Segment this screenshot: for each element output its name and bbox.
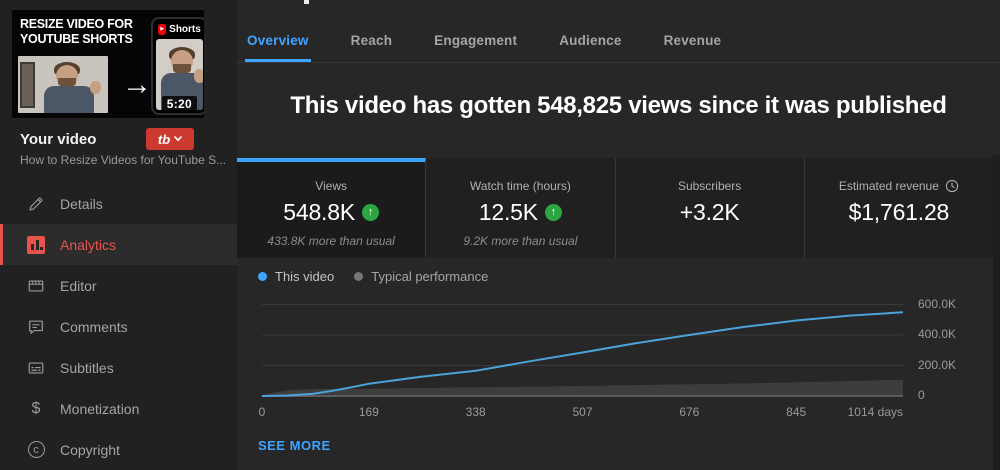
up-arrow-icon: ↑ — [361, 204, 379, 221]
metric-label: Watch time (hours) — [469, 179, 571, 193]
x-axis-tick-label: 676 — [679, 405, 700, 419]
tubebuddy-logo: tb — [157, 131, 171, 147]
thumbnail-webcam-photo — [18, 56, 108, 113]
metric-label: Views — [315, 179, 348, 193]
analytics-main-panel: Overview Reach Engagement Audience Reven… — [237, 0, 1000, 470]
x-axis-tick-label: 338 — [465, 405, 486, 419]
video-duration-badge: 5:20 — [161, 96, 197, 113]
see-more-link[interactable]: SEE MORE — [258, 438, 331, 453]
x-axis-tick-label: 507 — [572, 405, 593, 419]
sidebar-item-label: Analytics — [60, 236, 117, 253]
tab-engagement[interactable]: Engagement — [432, 33, 519, 62]
metric-delta: 433.8K more than usual — [267, 234, 395, 248]
sidebar-item-analytics[interactable]: Analytics — [0, 224, 237, 265]
tubebuddy-extension-button[interactable]: tb — [146, 128, 194, 150]
metric-value: $1,761.28 — [848, 199, 950, 225]
copyright-icon: c — [26, 440, 46, 460]
metric-label: Estimated revenue — [805, 179, 993, 193]
metric-card-estimated-revenue[interactable]: Estimated revenue $1,761.28 — [804, 158, 993, 258]
tab-overview[interactable]: Overview — [245, 33, 311, 62]
views-chart-svg[interactable] — [262, 299, 903, 403]
analytics-tab-bar: Overview Reach Engagement Audience Reven… — [237, 0, 1000, 63]
video-thumbnail[interactable]: RESIZE VIDEO FOR YOUTUBE SHORTS → ▶ Shor… — [12, 10, 204, 118]
metric-label: Subscribers — [677, 179, 742, 193]
subtitles-icon — [26, 358, 46, 378]
your-video-heading: Your video — [20, 131, 97, 148]
metric-value: 12.5K — [478, 199, 538, 225]
sidebar-item-label: Comments — [60, 318, 128, 335]
legend-item-typical-performance[interactable]: Typical performance — [354, 269, 488, 284]
sidebar-item-label: Monetization — [60, 400, 140, 417]
x-axis-tick-label: 0 — [258, 405, 266, 419]
clock-icon — [945, 179, 959, 193]
sidebar-item-label: Copyright — [60, 441, 120, 458]
chart-legend: This video Typical performance — [258, 269, 488, 284]
sidebar-item-label: Subtitles — [60, 359, 114, 376]
pencil-icon — [26, 194, 46, 214]
up-arrow-icon: ↑ — [544, 204, 562, 221]
sidebar-item-label: Editor — [60, 277, 97, 294]
sidebar-item-details[interactable]: Details — [0, 183, 237, 224]
legend-dot-gray — [354, 272, 364, 281]
views-headline: This video has gotten 548,825 views sinc… — [290, 92, 947, 119]
shorts-logo-icon: ▶ — [158, 23, 167, 35]
metric-value: 548.8K — [283, 199, 355, 225]
metric-card-watch-time[interactable]: Watch time (hours) 12.5K ↑ 9.2K more tha… — [426, 158, 616, 258]
legend-label: This video — [275, 269, 335, 284]
dollar-icon: $ — [31, 399, 41, 417]
sidebar-item-copyright[interactable]: c Copyright — [0, 429, 237, 470]
mirror-decor — [20, 62, 35, 108]
legend-item-this-video[interactable]: This video — [258, 269, 334, 284]
sidebar-item-monetization[interactable]: $ Monetization — [0, 388, 237, 429]
legend-dot-blue — [258, 272, 267, 281]
metric-card-subscribers[interactable]: Subscribers +3.2K — [615, 158, 805, 258]
sidebar-item-label: Details — [60, 195, 103, 212]
y-axis-tick-label: 400.0K — [918, 327, 957, 341]
x-axis-tick-label: 1014 days — [847, 405, 903, 419]
bar-chart-icon — [26, 235, 46, 255]
sidebar-item-subtitles[interactable]: Subtitles — [0, 347, 237, 388]
metric-card-views[interactable]: Views 548.8K ↑ 433.8K more than usual — [237, 158, 427, 258]
sidebar: RESIZE VIDEO FOR YOUTUBE SHORTS → ▶ Shor… — [0, 0, 237, 470]
tab-reach[interactable]: Reach — [349, 33, 395, 62]
tab-audience[interactable]: Audience — [557, 33, 623, 62]
metric-delta: 9.2K more than usual — [463, 234, 578, 248]
y-axis-tick-label: 200.0K — [918, 357, 957, 372]
arrow-icon: → — [122, 68, 152, 101]
y-axis-tick-label: 600.0K — [918, 296, 957, 311]
metric-cards-row: Views 548.8K ↑ 433.8K more than usual Wa… — [237, 158, 993, 258]
x-axis-tick-label: 845 — [786, 405, 807, 419]
thumbnail-title-text: RESIZE VIDEO FOR YOUTUBE SHORTS — [20, 17, 133, 46]
comment-icon — [26, 317, 46, 337]
youtube-studio-analytics-page: RESIZE VIDEO FOR YOUTUBE SHORTS → ▶ Shor… — [0, 0, 1000, 470]
chevron-down-icon — [174, 136, 182, 142]
metric-value: +3.2K — [679, 199, 740, 225]
tab-revenue[interactable]: Revenue — [662, 33, 724, 62]
sidebar-item-editor[interactable]: Editor — [0, 265, 237, 306]
shorts-label: Shorts — [169, 23, 201, 35]
legend-label: Typical performance — [371, 269, 489, 284]
y-axis-tick-label: 0 — [918, 388, 925, 402]
clapperboard-icon — [26, 276, 46, 296]
sidebar-item-comments[interactable]: Comments — [0, 306, 237, 347]
video-title: How to Resize Videos for YouTube S... — [20, 153, 225, 167]
scrollbar-track[interactable] — [993, 155, 1000, 470]
sidebar-menu: Details Analytics Editor Comments Subtit… — [0, 183, 237, 470]
x-axis-tick-label: 169 — [358, 405, 379, 419]
